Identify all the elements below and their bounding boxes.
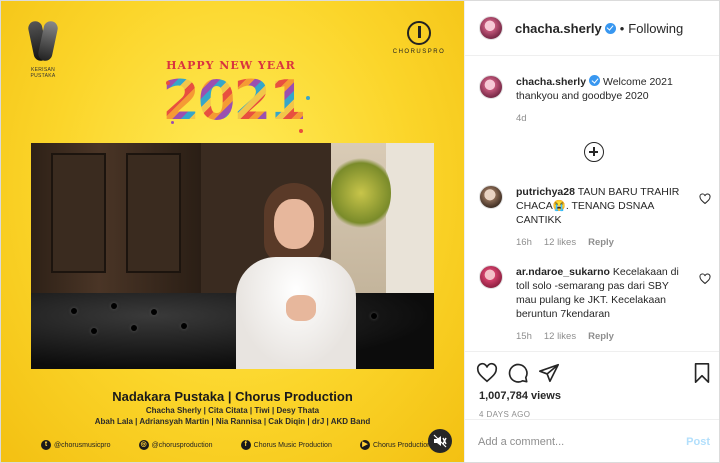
post-timestamp[interactable]: 4 DAYS AGO — [479, 410, 530, 419]
author-username[interactable]: chacha.sherly — [515, 21, 616, 36]
verified-badge-icon — [589, 75, 601, 86]
social-label: @chorusproduction — [151, 441, 213, 449]
social-facebook: f Chorus Music Production — [240, 440, 332, 450]
social-label: Chorus Production — [373, 441, 431, 449]
author-avatar[interactable] — [479, 16, 503, 40]
social-label: @chorusmusicpro — [54, 441, 111, 449]
post-header: chacha.sherly • Following — [465, 1, 719, 56]
kerisan-logo-caption: KERISAN PUSTAKA — [30, 67, 56, 79]
comment-icon[interactable] — [507, 362, 529, 384]
choruspro-logo: CHORUSPRO — [389, 21, 449, 55]
reply-button[interactable]: Reply — [588, 237, 614, 248]
comment-text: ar.ndaroe_sukarno Kecelakaan di toll sol… — [516, 265, 688, 321]
verified-badge-icon — [604, 22, 616, 34]
social-label: Chorus Music Production — [253, 441, 332, 449]
video-frame — [31, 143, 434, 369]
caption-meta: 4d — [516, 113, 527, 124]
facebook-icon: f — [240, 440, 251, 450]
video-window — [386, 143, 434, 293]
kerisan-logo: KERISAN PUSTAKA — [23, 19, 63, 79]
reply-button[interactable]: Reply — [588, 331, 614, 342]
social-links: t @chorusmusicpro ◎ @chorusproduction f … — [41, 438, 431, 452]
caption-age[interactable]: 4d — [516, 113, 527, 124]
following-button[interactable]: Following — [628, 21, 683, 36]
confetti — [171, 121, 174, 124]
views-count[interactable]: 1,007,784 views — [479, 390, 561, 402]
social-twitter: t @chorusmusicpro — [41, 440, 111, 450]
commenter-username[interactable]: ar.ndaroe_sukarno — [516, 266, 610, 278]
comment-like-heart-icon[interactable] — [699, 193, 711, 205]
credit-line-2: Abah Lala | Adriansyah Martin | Nia Rann… — [94, 417, 371, 426]
post-sidebar: chacha.sherly • Following chacha.sherly … — [464, 1, 719, 462]
year-text: 2021 — [162, 69, 306, 132]
share-icon[interactable] — [538, 362, 560, 384]
comment-like-heart-icon[interactable] — [699, 273, 711, 285]
post-comment-button[interactable]: Post — [686, 436, 710, 448]
caption: chacha.sherly Welcome 2021 thankyou and … — [479, 75, 711, 135]
save-bookmark-icon[interactable] — [691, 362, 713, 384]
commenter-avatar[interactable] — [479, 265, 503, 289]
video-person — [236, 183, 356, 369]
caption-text: chacha.sherly Welcome 2021 thankyou and … — [516, 75, 711, 103]
post-video[interactable]: KERISAN PUSTAKA CHORUSPRO HAPPY NEW YEAR… — [1, 1, 464, 462]
commenter-avatar[interactable] — [479, 185, 503, 209]
comment-age[interactable]: 16h — [516, 237, 532, 248]
confetti — [306, 96, 310, 100]
comment: putrichya28 TAUN BARU TRAHIR CHACA😭. TEN… — [479, 185, 711, 255]
comment-likes[interactable]: 12 likes — [544, 331, 576, 342]
credits: Nadakara Pustaka | Chorus Production Cha… — [1, 389, 464, 426]
confetti — [166, 81, 170, 85]
caption-avatar[interactable] — [479, 75, 503, 99]
post-actions: 1,007,784 views 4 DAYS AGO — [465, 351, 719, 419]
social-instagram: ◎ @chorusproduction — [138, 440, 213, 450]
post-dialog: KERISAN PUSTAKA CHORUSPRO HAPPY NEW YEAR… — [0, 0, 720, 463]
comment-text: putrichya28 TAUN BARU TRAHIR CHACA😭. TEN… — [516, 185, 686, 227]
comment: ar.ndaroe_sukarno Kecelakaan di toll sol… — [479, 265, 711, 351]
header-separator: • — [619, 20, 625, 36]
caption-username[interactable]: chacha.sherly — [516, 76, 586, 88]
mute-button[interactable] — [428, 429, 452, 453]
credit-line-1: Chacha Sherly | Cita Citata | Tiwi | Des… — [145, 406, 320, 415]
add-comment-input[interactable]: Add a comment... — [478, 436, 658, 448]
credit-title: Nadakara Pustaka | Chorus Production — [112, 389, 353, 404]
social-youtube: ▶ Chorus Production — [360, 440, 431, 450]
video-sofa — [31, 293, 434, 369]
commenter-username[interactable]: putrichya28 — [516, 186, 575, 198]
confetti — [299, 129, 303, 133]
load-more-comments-button[interactable] — [584, 142, 604, 162]
comment-age[interactable]: 15h — [516, 331, 532, 342]
instagram-icon: ◎ — [138, 440, 149, 450]
youtube-icon: ▶ — [360, 440, 370, 450]
comment-meta: 15h 12 likes Reply — [516, 331, 614, 342]
add-comment-bar: Add a comment... Post — [465, 419, 719, 462]
choruspro-logo-caption: CHORUSPRO — [392, 49, 446, 55]
comments-list[interactable]: chacha.sherly Welcome 2021 thankyou and … — [465, 57, 719, 351]
twitter-icon: t — [41, 440, 51, 450]
action-icons — [465, 358, 719, 386]
speaker-muted-icon — [433, 434, 447, 448]
comment-likes[interactable]: 12 likes — [544, 237, 576, 248]
like-heart-icon[interactable] — [476, 362, 498, 384]
comment-meta: 16h 12 likes Reply — [516, 237, 614, 248]
